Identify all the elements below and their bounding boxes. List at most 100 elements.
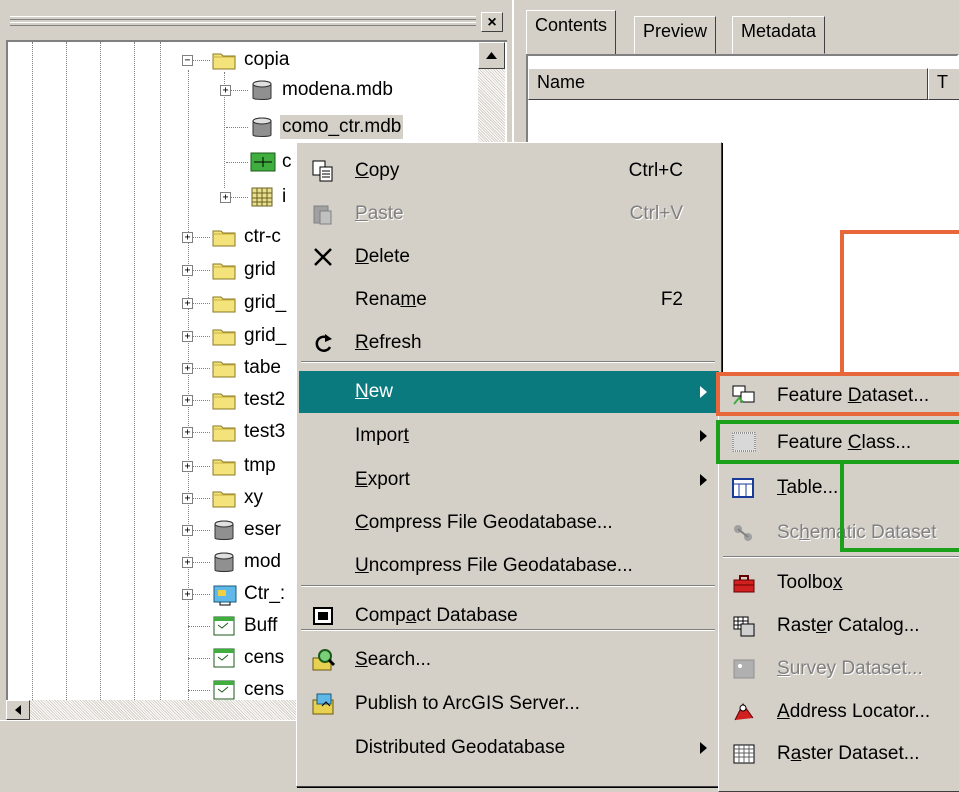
menu-item-shortcut: Ctrl+C xyxy=(628,160,683,181)
tree-item-label: como_ctr.mdb xyxy=(280,115,404,139)
submenu-item-table[interactable]: Table... xyxy=(721,467,959,509)
submenu-item-label: Table... xyxy=(777,477,839,498)
menu-item-distributed-geodatabase[interactable]: Distributed Geodatabase xyxy=(299,727,719,769)
tree-item[interactable]: grid_ xyxy=(212,321,288,351)
feature-class-icon xyxy=(250,151,276,173)
tree-titlebar[interactable] xyxy=(0,0,505,40)
tree-item[interactable]: Buff xyxy=(212,611,279,641)
tree-guide-line xyxy=(100,42,101,708)
tree-connector xyxy=(188,626,210,627)
column-label: T xyxy=(937,72,948,92)
expand-icon[interactable]: + xyxy=(182,363,193,374)
feature-dataset-icon xyxy=(731,384,757,408)
tab-label: Contents xyxy=(535,15,608,35)
tree-connector xyxy=(188,690,210,691)
submenu-item-feature-dataset[interactable]: Feature Dataset... xyxy=(721,375,959,417)
menu-item-rename[interactable]: Rename F2 xyxy=(299,279,719,321)
tree-item[interactable]: c xyxy=(250,147,294,177)
tree-connector xyxy=(226,162,248,163)
submenu-item-raster-dataset[interactable]: Raster Dataset... xyxy=(721,733,959,775)
tree-item[interactable]: Ctr_: xyxy=(212,579,287,609)
tree-item[interactable]: grid_ xyxy=(212,288,288,318)
tree-item[interactable]: cens xyxy=(212,643,286,673)
refresh-icon xyxy=(311,331,335,355)
menu-item-search[interactable]: Search... xyxy=(299,639,719,681)
menu-item-delete[interactable]: Delete xyxy=(299,236,719,278)
compact-icon xyxy=(311,604,335,628)
tree-item[interactable]: ctr-c xyxy=(212,222,283,252)
menu-item-new[interactable]: New xyxy=(299,371,719,413)
search-icon xyxy=(311,648,336,672)
tree-item-label: test3 xyxy=(244,421,286,442)
tree-item[interactable]: mod xyxy=(212,547,283,577)
database-icon xyxy=(250,116,274,138)
expand-icon[interactable]: + xyxy=(182,232,193,243)
expand-icon[interactable]: + xyxy=(182,557,193,568)
tree-guide-line xyxy=(188,70,189,708)
feature-class-icon xyxy=(731,431,757,455)
tree-item-label: cens xyxy=(244,647,285,668)
menu-item-export[interactable]: Export xyxy=(299,459,719,501)
tree-item-label: mod xyxy=(244,551,281,572)
tree-item[interactable]: eser xyxy=(212,515,283,545)
expand-icon[interactable]: + xyxy=(182,265,193,276)
menu-item-refresh[interactable]: Refresh xyxy=(299,322,719,364)
expand-icon[interactable]: + xyxy=(182,395,193,406)
close-pane-button[interactable]: × xyxy=(481,12,503,32)
submenu-item-feature-class[interactable]: Feature Class... xyxy=(721,422,959,464)
scroll-up-button[interactable] xyxy=(478,42,505,69)
column-header-type[interactable]: T xyxy=(928,68,959,100)
expand-icon[interactable]: + xyxy=(182,427,193,438)
submenu-item-label: Address Locator... xyxy=(777,701,931,722)
tree-item-label: Ctr_: xyxy=(244,583,286,604)
menu-item-compress-file-geodatabase[interactable]: Compress File Geodatabase... xyxy=(299,502,719,544)
submenu-item-label: Feature Class... xyxy=(777,432,912,453)
tree-item[interactable]: tabe xyxy=(212,353,283,383)
tree-item[interactable]: copia xyxy=(212,45,291,75)
tree-item[interactable]: tmp xyxy=(212,451,278,481)
expand-icon[interactable]: + xyxy=(220,192,231,203)
menu-item-copy[interactable]: Copy Ctrl+C xyxy=(299,150,719,192)
submenu-arrow-icon xyxy=(700,386,707,398)
address-locator-icon xyxy=(731,700,757,724)
collapse-icon[interactable]: − xyxy=(182,55,193,66)
tree-item-label: test2 xyxy=(244,389,286,410)
tab-contents[interactable]: Contents xyxy=(526,10,617,54)
menu-item-label: Paste xyxy=(355,203,404,224)
tree-item[interactable]: modena.mdb xyxy=(250,75,395,105)
tree-item[interactable]: grid xyxy=(212,255,278,285)
folder-icon xyxy=(212,292,236,314)
scroll-left-button[interactable] xyxy=(6,700,30,720)
expand-icon[interactable]: + xyxy=(182,589,193,600)
menu-item-label: Uncompress File Geodatabase... xyxy=(355,555,633,576)
tree-guide-line xyxy=(134,42,135,708)
menu-item-uncompress-file-geodatabase[interactable]: Uncompress File Geodatabase... xyxy=(299,545,719,587)
tree-item[interactable]: test3 xyxy=(212,417,287,447)
tree-item[interactable]: test2 xyxy=(212,385,287,415)
expand-icon[interactable]: + xyxy=(182,331,193,342)
menu-item-import[interactable]: Import xyxy=(299,415,719,457)
tree-item-label: grid_ xyxy=(244,325,287,346)
submenu-item-address-locator[interactable]: Address Locator... xyxy=(721,691,959,733)
menu-item-label: Rename xyxy=(355,289,427,310)
menu-item-publish-to-arcgis-server[interactable]: Publish to ArcGIS Server... xyxy=(299,683,719,725)
tab-preview[interactable]: Preview xyxy=(634,16,717,54)
menu-item-paste: Paste Ctrl+V xyxy=(299,193,719,235)
menu-item-compact-database[interactable]: Compact Database xyxy=(299,595,719,637)
tree-item[interactable]: como_ctr.mdb xyxy=(250,112,404,142)
column-header-name[interactable]: Name xyxy=(528,68,928,100)
submenu-item-survey-dataset: Survey Dataset... xyxy=(721,648,959,690)
submenu-item-toolbox[interactable]: Toolbox xyxy=(721,562,959,604)
tree-item[interactable]: xy xyxy=(212,483,265,513)
expand-icon[interactable]: + xyxy=(182,461,193,472)
tree-guide-line xyxy=(32,42,33,708)
expand-icon[interactable]: + xyxy=(220,85,231,96)
tab-metadata[interactable]: Metadata xyxy=(732,16,826,54)
database-icon xyxy=(250,79,274,101)
expand-icon[interactable]: + xyxy=(182,298,193,309)
submenu-item-raster-catalog[interactable]: Raster Catalog... xyxy=(721,605,959,647)
expand-icon[interactable]: + xyxy=(182,493,193,504)
tree-item[interactable]: i xyxy=(250,182,288,212)
menu-item-label: New xyxy=(355,381,394,402)
expand-icon[interactable]: + xyxy=(182,525,193,536)
